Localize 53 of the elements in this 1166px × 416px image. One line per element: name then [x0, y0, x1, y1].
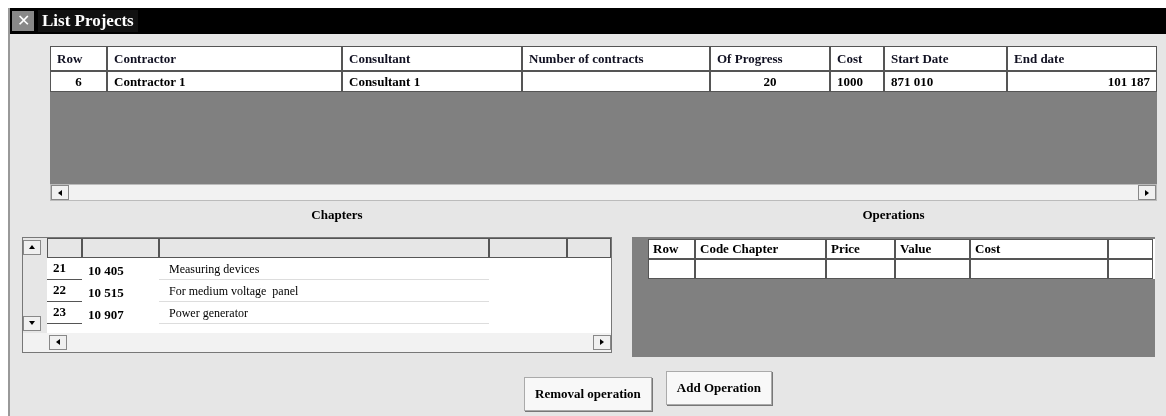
arrow-up-icon — [28, 243, 36, 251]
table-cell-text: 10 515 — [87, 283, 125, 302]
table-cell: 101 187 — [1007, 71, 1157, 92]
arrow-right-icon — [598, 338, 606, 346]
column-header: Row — [50, 46, 107, 71]
row-number: 23 — [47, 301, 82, 324]
table-cell: 1000 — [830, 71, 884, 92]
row-number: 21 — [47, 257, 82, 280]
column-header: Price — [826, 238, 895, 259]
table-cell-text: 10 907 — [87, 305, 125, 324]
column-header: Value — [895, 238, 970, 259]
window-title: List Projects — [38, 10, 138, 32]
scroll-up-button[interactable] — [23, 239, 41, 255]
table-cell: Power generator — [159, 301, 489, 324]
table-cell: 871 010 — [884, 71, 1007, 92]
column-header: End date — [1007, 46, 1157, 71]
table-cell-text: 10 405 — [87, 261, 125, 280]
table-cell — [826, 258, 895, 279]
table-cell: 20 — [710, 71, 830, 92]
arrow-left-icon — [56, 188, 64, 197]
arrow-right-icon — [1143, 188, 1151, 197]
table-cell: Measuring devices — [159, 257, 489, 280]
scroll-left-button[interactable] — [51, 185, 69, 200]
table-cell: For medium voltage panel — [159, 279, 489, 302]
table-cell: Consultant 1 — [342, 71, 522, 92]
scroll-down-button[interactable] — [23, 315, 41, 331]
action-button[interactable]: Removal operation — [524, 376, 652, 411]
scroll-left-button[interactable] — [49, 334, 67, 350]
table-cell: 6 — [50, 71, 107, 92]
arrow-left-icon — [54, 338, 62, 346]
arrow-down-icon — [28, 319, 36, 327]
table-cell — [648, 258, 695, 279]
column-header: Code Chapter — [695, 238, 826, 259]
section-title: Operations — [862, 206, 925, 224]
scroll-right-button[interactable] — [1138, 185, 1156, 200]
close-button[interactable]: ✕ — [12, 11, 34, 31]
column-header: Start Date — [884, 46, 1007, 71]
column-header: Contractor — [107, 46, 342, 71]
horizontal-scrollbar[interactable] — [50, 184, 1157, 201]
scroll-right-button[interactable] — [593, 334, 611, 350]
column-header: Cost — [970, 238, 1108, 259]
table-cell: Contractor 1 — [107, 71, 342, 92]
action-button[interactable]: Add Operation — [665, 370, 772, 405]
table-cell — [1108, 258, 1153, 279]
column-header: Of Progress — [710, 46, 830, 71]
column-header — [1108, 238, 1153, 259]
row-number: 22 — [47, 279, 82, 302]
column-header: Consultant — [342, 46, 522, 71]
column-header: Number of contracts — [522, 46, 710, 71]
section-title: Chapters — [311, 206, 363, 224]
horizontal-scrollbar[interactable] — [23, 332, 611, 352]
column-header: Cost — [830, 46, 884, 71]
column-header: Row — [648, 238, 695, 259]
